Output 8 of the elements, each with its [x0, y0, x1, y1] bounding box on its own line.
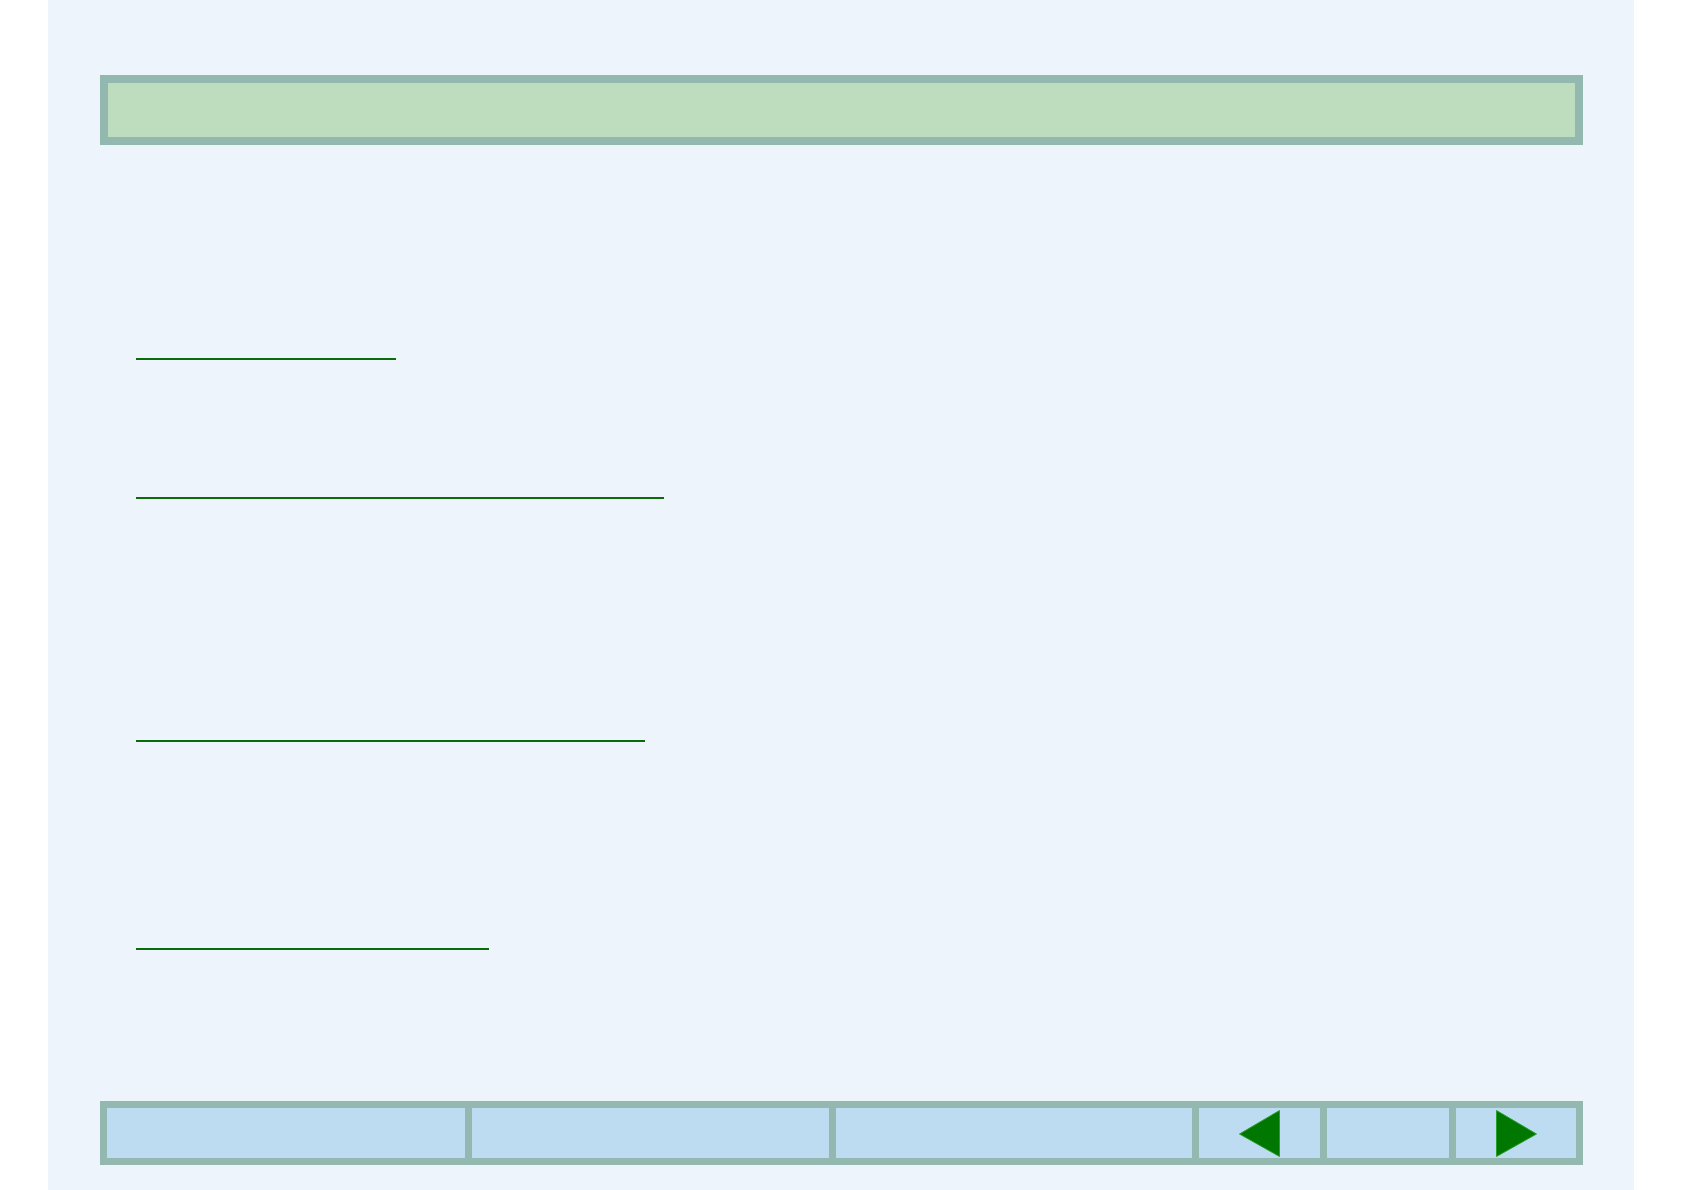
left-triangle-icon: [1239, 1109, 1280, 1157]
next-button[interactable]: [1456, 1108, 1576, 1158]
previous-button[interactable]: [1199, 1108, 1320, 1158]
link-underline[interactable]: [136, 948, 489, 950]
link-underline[interactable]: [136, 358, 396, 360]
right-triangle-icon: [1495, 1109, 1537, 1157]
link-underline[interactable]: [136, 497, 664, 499]
link-underline[interactable]: [136, 740, 645, 742]
